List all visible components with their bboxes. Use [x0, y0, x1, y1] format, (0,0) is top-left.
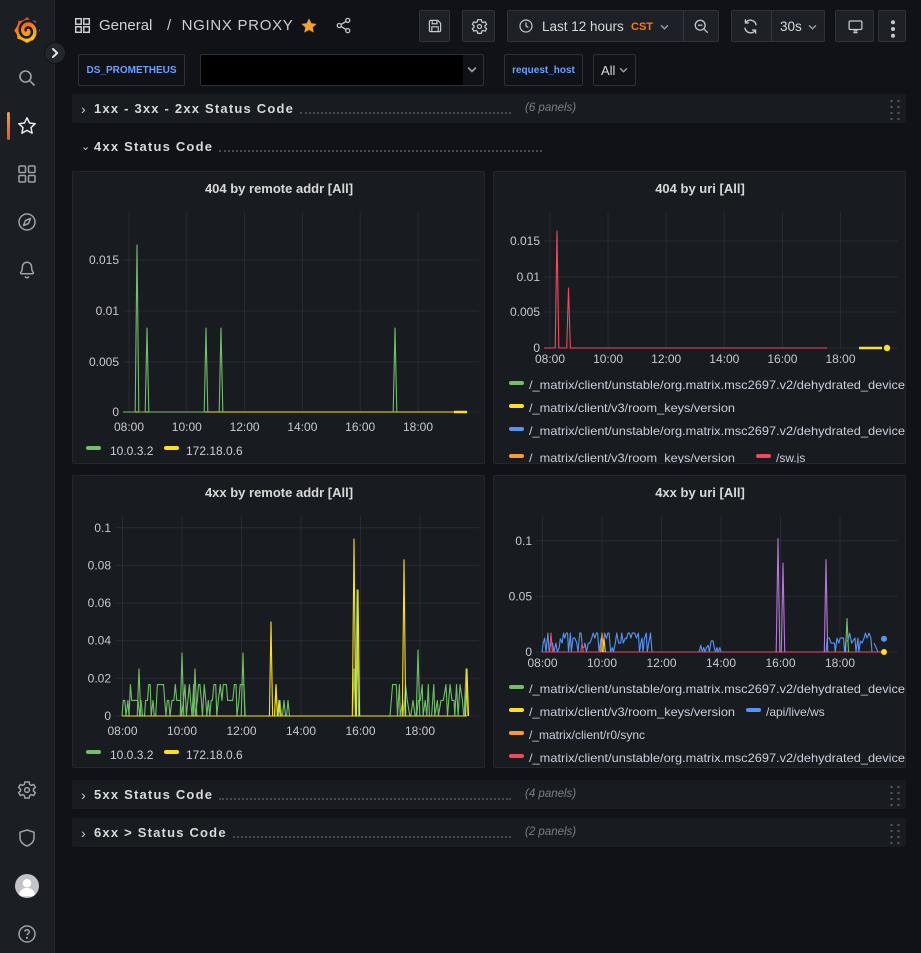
svg-text:18:00: 18:00 — [405, 724, 435, 738]
svg-text:10:00: 10:00 — [167, 724, 197, 738]
svg-text:172.18.0.6: 172.18.0.6 — [186, 748, 243, 762]
svg-text:/api/live/ws: /api/live/ws — [766, 705, 825, 719]
svg-text:16:00: 16:00 — [765, 656, 795, 670]
svg-text:0.005: 0.005 — [89, 355, 119, 369]
svg-text:0.05: 0.05 — [509, 589, 533, 603]
svg-text:0.015: 0.015 — [510, 234, 540, 248]
svg-text:/sw.js: /sw.js — [776, 451, 805, 464]
svg-text:/_matrix/client/unstable/org.m: /_matrix/client/unstable/org.matrix.msc2… — [529, 682, 905, 696]
svg-text:/_matrix/client/unstable/org.m: /_matrix/client/unstable/org.matrix.msc2… — [529, 378, 905, 392]
svg-text:16:00: 16:00 — [767, 352, 797, 366]
svg-text:08:00: 08:00 — [114, 420, 144, 434]
svg-text:12:00: 12:00 — [226, 724, 256, 738]
svg-text:12:00: 12:00 — [646, 656, 676, 670]
svg-text:16:00: 16:00 — [345, 420, 375, 434]
svg-text:0.005: 0.005 — [510, 305, 540, 319]
svg-text:12:00: 12:00 — [230, 420, 260, 434]
svg-text:0.06: 0.06 — [88, 596, 112, 610]
svg-text:/_matrix/client/unstable/org.m: /_matrix/client/unstable/org.matrix.msc2… — [529, 424, 905, 438]
svg-text:18:00: 18:00 — [825, 352, 855, 366]
svg-text:10.0.3.2: 10.0.3.2 — [110, 444, 154, 458]
svg-text:12:00: 12:00 — [651, 352, 681, 366]
svg-text:0.1: 0.1 — [94, 521, 111, 535]
svg-text:08:00: 08:00 — [527, 656, 557, 670]
svg-text:0.1: 0.1 — [515, 534, 532, 548]
svg-text:0.02: 0.02 — [88, 671, 112, 685]
svg-text:172.18.0.6: 172.18.0.6 — [186, 444, 243, 458]
svg-text:0.015: 0.015 — [89, 253, 119, 267]
svg-text:404 by remote addr [All]: 404 by remote addr [All] — [205, 181, 353, 196]
svg-text:0.04: 0.04 — [88, 634, 112, 648]
svg-text:4xx by remote addr [All]: 4xx by remote addr [All] — [205, 485, 353, 500]
svg-text:/_matrix/client/v3/room_keys/v: /_matrix/client/v3/room_keys/version — [529, 401, 735, 415]
svg-text:0.08: 0.08 — [88, 558, 112, 572]
svg-text:08:00: 08:00 — [107, 724, 137, 738]
svg-text:14:00: 14:00 — [287, 420, 317, 434]
svg-text:10.0.3.2: 10.0.3.2 — [110, 748, 154, 762]
svg-text:4xx by uri [All]: 4xx by uri [All] — [655, 485, 745, 500]
svg-text:10:00: 10:00 — [172, 420, 202, 434]
svg-text:18:00: 18:00 — [825, 656, 855, 670]
svg-text:/_matrix/client/unstable/org.m: /_matrix/client/unstable/org.matrix.msc2… — [529, 751, 905, 765]
svg-text:10:00: 10:00 — [593, 352, 623, 366]
svg-text:16:00: 16:00 — [345, 724, 375, 738]
svg-text:0.01: 0.01 — [517, 270, 541, 284]
svg-text:404 by uri [All]: 404 by uri [All] — [655, 181, 745, 196]
svg-text:14:00: 14:00 — [709, 352, 739, 366]
svg-text:0: 0 — [104, 709, 111, 723]
svg-text:14:00: 14:00 — [706, 656, 736, 670]
svg-text:0: 0 — [112, 405, 119, 419]
svg-text:0.01: 0.01 — [96, 304, 120, 318]
svg-text:14:00: 14:00 — [286, 724, 316, 738]
svg-text:18:00: 18:00 — [403, 420, 433, 434]
svg-text:/_matrix/client/v3/room_keys/v: /_matrix/client/v3/room_keys/version — [529, 451, 735, 464]
svg-text:/_matrix/client/v3/room_keys/v: /_matrix/client/v3/room_keys/version — [529, 705, 735, 719]
svg-text:08:00: 08:00 — [535, 352, 565, 366]
svg-text:/_matrix/client/r0/sync: /_matrix/client/r0/sync — [529, 728, 645, 742]
svg-text:10:00: 10:00 — [587, 656, 617, 670]
